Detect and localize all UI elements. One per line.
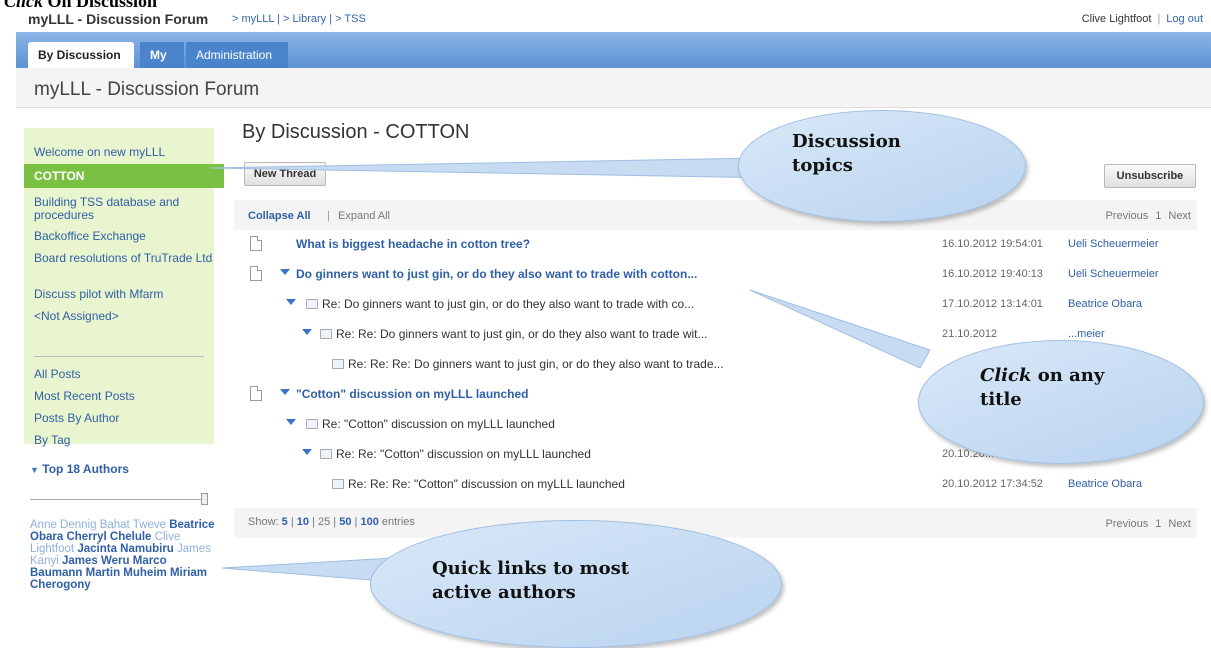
callout-title-text: Click on any title	[980, 365, 1105, 410]
callout-topics-text: Discussion topics	[792, 131, 901, 176]
callout-authors-text: Quick links to most active authors	[432, 558, 630, 603]
topics-pointer	[209, 157, 782, 179]
title-pointer	[749, 289, 931, 369]
